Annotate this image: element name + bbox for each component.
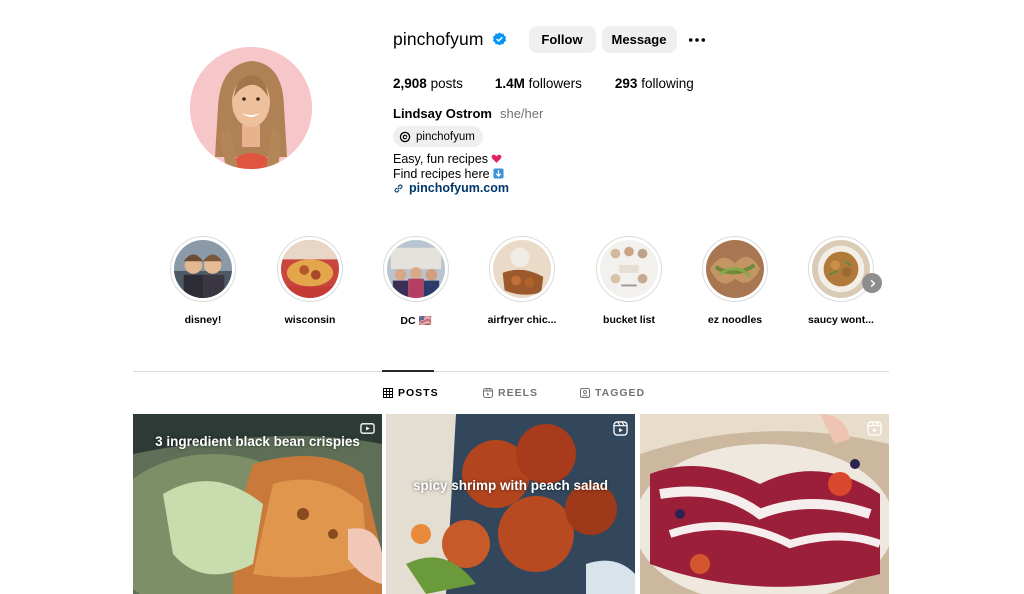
tab-tagged[interactable]: TAGGED xyxy=(580,387,645,399)
reels-icon xyxy=(613,421,628,436)
threads-handle: pinchofyum xyxy=(416,130,475,143)
highlight-label: wisconsin xyxy=(284,314,336,326)
bio-line-1-text: Easy, fun recipes xyxy=(393,152,488,166)
tab-reels[interactable]: REELS xyxy=(483,387,538,399)
post-tile[interactable]: 3 ingredient black bean crispies xyxy=(133,414,382,594)
followers-count: 1.4M xyxy=(494,76,525,91)
followers-stat[interactable]: 1.4M followers xyxy=(495,76,582,91)
bio-line-2: Find recipes here xyxy=(393,167,509,182)
post-tile[interactable] xyxy=(640,414,889,594)
posts-count: 2,908 xyxy=(393,76,427,91)
bio-line-2-text: Find recipes here xyxy=(393,166,490,181)
down-arrow-icon xyxy=(493,168,504,179)
followers-label: followers xyxy=(528,76,582,91)
active-tab-indicator xyxy=(382,370,434,372)
highlights-next-button[interactable] xyxy=(862,273,882,293)
highlight-ring xyxy=(808,236,874,302)
link-icon xyxy=(394,184,403,193)
highlight-cover xyxy=(387,240,445,298)
highlight-cover xyxy=(281,240,339,298)
bio-line-1: Easy, fun recipes xyxy=(393,152,509,167)
post-thumbnail xyxy=(386,414,635,594)
profile-info: pinchofyum Follow Message xyxy=(393,26,813,53)
tab-reels-label: REELS xyxy=(498,387,539,399)
highlight-item[interactable]: DC 🇺🇸 xyxy=(371,236,461,327)
pronouns: she/her xyxy=(499,106,544,121)
highlight-label: bucket list xyxy=(603,314,655,326)
highlight-cover xyxy=(812,240,870,298)
reels-icon xyxy=(867,421,882,436)
highlight-item[interactable]: bucket list xyxy=(584,236,674,326)
highlight-label: DC 🇺🇸 xyxy=(400,315,432,327)
highlight-item[interactable]: airfryer chic... xyxy=(477,236,567,326)
tab-tagged-label: TAGGED xyxy=(595,387,646,399)
posts-grid: 3 ingredient black bean crispies spicy s… xyxy=(133,414,889,594)
highlight-item[interactable]: wisconsin xyxy=(265,236,355,326)
highlight-ring xyxy=(170,236,236,302)
tab-posts[interactable]: POSTS xyxy=(383,387,439,399)
red-heart-icon xyxy=(491,153,502,164)
threads-badge[interactable]: pinchofyum xyxy=(393,126,483,147)
tagged-icon xyxy=(580,388,590,398)
posts-label: posts xyxy=(430,76,463,91)
highlight-label: disney! xyxy=(184,314,222,326)
follow-button[interactable]: Follow xyxy=(528,26,596,53)
more-options-icon[interactable] xyxy=(687,30,707,50)
grid-icon xyxy=(383,388,393,398)
full-name: Lindsay Ostrom xyxy=(393,106,492,121)
name-row: Lindsay Ostrom she/her xyxy=(393,106,543,121)
highlight-ring xyxy=(702,236,768,302)
post-caption: spicy shrimp with peach salad xyxy=(412,478,609,493)
following-stat[interactable]: 293 following xyxy=(615,76,694,91)
highlight-cover xyxy=(493,240,551,298)
highlight-cover xyxy=(706,240,764,298)
highlight-label: ez noodles xyxy=(707,314,763,326)
highlight-cover xyxy=(600,240,658,298)
highlight-ring xyxy=(596,236,662,302)
posts-stat: 2,908 posts xyxy=(393,76,463,91)
username: pinchofyum xyxy=(393,29,484,49)
reels-icon xyxy=(483,388,493,398)
website-link[interactable]: pinchofyum.com xyxy=(409,181,509,196)
post-caption: 3 ingredient black bean crispies xyxy=(155,434,360,449)
following-count: 293 xyxy=(614,76,638,91)
message-button[interactable]: Message xyxy=(601,26,677,53)
tab-posts-label: POSTS xyxy=(398,387,439,399)
profile-header-row: pinchofyum Follow Message xyxy=(393,26,813,53)
threads-icon xyxy=(399,131,411,142)
highlight-item[interactable]: ez noodles xyxy=(690,236,780,326)
website-row[interactable]: pinchofyum.com xyxy=(393,181,509,196)
post-thumbnail xyxy=(640,414,889,594)
highlight-ring xyxy=(489,236,555,302)
profile-stats: 2,908 posts 1.4M followers 293 following xyxy=(393,76,726,91)
highlight-cover xyxy=(174,240,232,298)
highlight-ring xyxy=(277,236,343,302)
following-label: following xyxy=(641,76,694,91)
verified-badge-icon xyxy=(492,32,507,47)
chevron-right-icon xyxy=(870,279,875,287)
video-icon xyxy=(360,423,375,434)
highlight-item[interactable]: disney! xyxy=(158,236,248,326)
highlight-label: saucy wont... xyxy=(808,314,874,326)
highlight-ring xyxy=(383,236,449,302)
tabs-divider xyxy=(133,371,889,372)
bio: Easy, fun recipes Find recipes here pinc… xyxy=(393,152,509,196)
profile-avatar[interactable] xyxy=(190,47,312,169)
highlight-label: airfryer chic... xyxy=(487,314,557,326)
post-tile[interactable]: spicy shrimp with peach salad xyxy=(386,414,635,594)
story-highlights: disney! wisconsin DC 🇺🇸 airfryer chic...… xyxy=(160,236,900,336)
